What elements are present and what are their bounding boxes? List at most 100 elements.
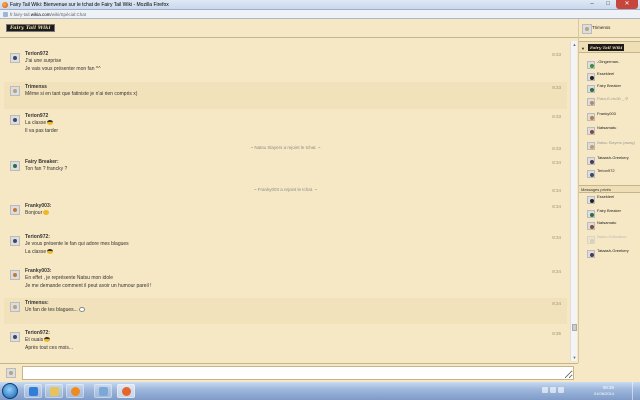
message-line: Ton fan ? francky ?	[25, 166, 67, 172]
media-player-icon	[71, 387, 80, 396]
message-author[interactable]: Trimenss	[25, 84, 47, 90]
message-input[interactable]	[22, 366, 574, 380]
scroll-thumb[interactable]	[572, 324, 577, 331]
message-text: J'ai une surprise	[25, 58, 62, 64]
avatar	[587, 210, 595, 218]
join-alert: ~ Natsu Slayers a rejoint le tchat. ~ 8:3…	[4, 145, 567, 153]
message-timestamp: 8:34	[552, 160, 561, 165]
emoticon-cool-icon	[47, 249, 54, 255]
avatar[interactable]	[10, 86, 20, 96]
message-text: En effet , je représente Natsu mon idole	[25, 275, 114, 281]
avatar[interactable]	[10, 270, 20, 280]
close-button[interactable]: ✕	[616, 0, 638, 9]
user-list-item[interactable]: Fairy Breaker	[586, 83, 640, 95]
avatar[interactable]	[10, 205, 20, 215]
message-timestamp: 8:33	[552, 52, 561, 57]
avatar	[587, 236, 595, 244]
url-host: fr.fairy-tail.	[10, 12, 31, 17]
message-author[interactable]: Trimenss:	[25, 300, 49, 306]
user-name: Essekleel	[597, 194, 615, 199]
avatar[interactable]	[10, 161, 20, 171]
scroll-down-arrow-icon[interactable]: ▼	[571, 354, 578, 361]
taskbar-paint-button[interactable]	[94, 384, 112, 398]
emoticon-smile-icon	[43, 210, 50, 216]
current-user[interactable]: Trimenss	[579, 19, 640, 38]
wiki-logo[interactable]: Fairy Tail Wiki	[6, 24, 55, 32]
message-line: Après tout ces mois...	[25, 345, 73, 351]
message-author[interactable]: Franky003:	[25, 268, 51, 274]
user-list-item[interactable]: Natsu Evilication	[586, 234, 640, 246]
message-author[interactable]: Terion972	[25, 51, 48, 57]
message-timestamp: 8:33	[552, 85, 561, 90]
user-name: Tataash-Greekery	[597, 248, 629, 253]
message-line: Même si en tant que fatiniste je n'ai ri…	[25, 91, 137, 97]
scroll-up-arrow-icon[interactable]: ▲	[571, 41, 578, 48]
clock[interactable]: 08:35 01/06/2014	[566, 385, 614, 397]
taskbar-media-player-button[interactable]	[66, 384, 84, 398]
avatar	[587, 250, 595, 258]
avatar[interactable]	[10, 302, 20, 312]
user-name: Flam-E-nic30 _.⚲	[597, 96, 629, 101]
show-desktop-button[interactable]	[632, 382, 640, 400]
message-author[interactable]: Franky003:	[25, 203, 51, 209]
message-line: Il va pas tarder	[25, 128, 58, 134]
user-list-item[interactable]: Fairy Breaker	[586, 208, 640, 220]
clock-date: 01/06/2014	[593, 391, 614, 396]
message-text: Je vous présente le fan qui adore mes bl…	[25, 241, 129, 247]
maximize-button[interactable]: □	[600, 0, 616, 9]
avatar	[6, 368, 16, 378]
chat-message: Terion972: 8:34 Je vous présente le fan qu…	[4, 232, 567, 262]
room-logo: Fairy Tail Wiki	[588, 44, 625, 51]
user-list-item[interactable]: Franky003	[586, 111, 640, 123]
user-list-item[interactable]: Flam-E-nic30 _.⚲	[586, 96, 640, 108]
start-button[interactable]	[2, 383, 18, 399]
message-author[interactable]: Fairy Breaker:	[25, 159, 59, 165]
room-group-header[interactable]: ▼ Fairy Tail Wiki	[579, 41, 640, 53]
chat-message: Franky003: 8:34 En effet , je représente N…	[4, 266, 567, 296]
user-list-item[interactable]: Natsamatu	[586, 125, 640, 137]
emoticon-cool-icon	[47, 120, 54, 126]
paint-icon	[99, 387, 108, 396]
taskbar-explorer-button[interactable]	[45, 384, 63, 398]
avatar[interactable]	[10, 332, 20, 342]
taskbar-firefox-button[interactable]	[117, 384, 135, 398]
message-timestamp: 8:34	[552, 235, 561, 240]
message-author[interactable]: Terion972	[25, 113, 48, 119]
user-list-item[interactable]: Natsamatu	[586, 220, 640, 232]
avatar[interactable]	[10, 236, 20, 246]
site-identity-icon[interactable]	[3, 12, 8, 17]
tray-icon[interactable]	[558, 387, 564, 393]
taskbar-ie-button[interactable]	[24, 384, 42, 398]
avatar[interactable]	[10, 53, 20, 63]
user-list-sidebar: Trimenss ▼ Fairy Tail Wiki Messages priv…	[578, 19, 640, 363]
message-line: Je vais vous présenter mon fan ^^	[25, 66, 101, 72]
firefox-icon	[2, 2, 8, 8]
chat-scrollbar[interactable]: ▲ ▼	[570, 41, 577, 361]
avatar	[587, 98, 595, 106]
tray-icon[interactable]	[542, 387, 548, 393]
user-list-item[interactable]: Essekleel	[586, 194, 640, 206]
message-line: J'ai une surprise	[25, 58, 61, 64]
user-list-item[interactable]: Terion972	[586, 168, 640, 180]
user-list-item[interactable]: Tataash-Greekery	[586, 248, 640, 260]
collapse-arrow-icon[interactable]: ▼	[581, 46, 585, 51]
message-text: Je me demande comment il peut avoir un h…	[25, 283, 152, 289]
user-list-item[interactable]: Natsu Slayers (away)	[586, 140, 640, 152]
minimize-button[interactable]: –	[584, 0, 600, 9]
message-line: Et ouais	[25, 337, 51, 343]
message-text: Après tout ces mois...	[25, 345, 74, 351]
avatar	[587, 157, 595, 165]
url-text[interactable]: fr.fairy-tail.wikia.com/wiki/Spécial:Cha…	[10, 12, 86, 17]
tray-icon[interactable]	[550, 387, 556, 393]
message-composer	[0, 363, 578, 381]
user-list-item[interactable]: Tataash-Greekery	[586, 155, 640, 167]
chat-log[interactable]: Terion972 8:33 J'ai une surprise Je vais vo…	[4, 41, 567, 361]
ie-icon	[29, 387, 38, 396]
message-line: Bonjour	[25, 210, 50, 216]
user-list-item[interactable]: -Gingerman-	[586, 59, 640, 71]
message-author[interactable]: Terion972:	[25, 330, 50, 336]
message-author[interactable]: Terion972:	[25, 234, 50, 240]
user-list-item[interactable]: Essekleel	[586, 71, 640, 83]
avatar[interactable]	[10, 115, 20, 125]
address-bar[interactable]: fr.fairy-tail.wikia.com/wiki/Spécial:Cha…	[0, 10, 640, 19]
